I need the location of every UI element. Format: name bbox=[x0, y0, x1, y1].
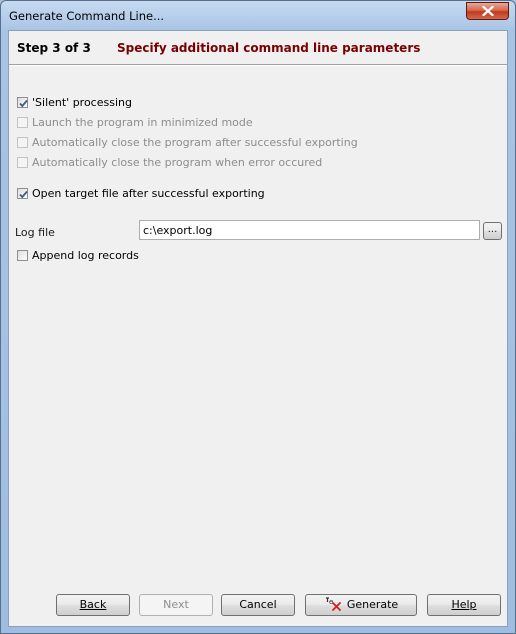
generate-button[interactable]: e Generate bbox=[305, 594, 417, 616]
generate-button-label: Generate bbox=[346, 598, 399, 611]
dialog-window: Generate Command Line... Step 3 of 3 Spe… bbox=[0, 0, 516, 634]
help-button-label: Help bbox=[451, 598, 477, 611]
generate-icon: e bbox=[325, 597, 341, 611]
checkbox-box[interactable] bbox=[17, 136, 28, 148]
next-button[interactable]: Next bbox=[139, 594, 213, 616]
checkbox-box[interactable] bbox=[17, 187, 28, 199]
cancel-button[interactable]: Cancel bbox=[221, 594, 295, 616]
checkbox-label: Append log records bbox=[32, 248, 139, 262]
checkbox-box[interactable] bbox=[17, 156, 28, 168]
checkbox-label: Launch the program in minimized mode bbox=[32, 115, 253, 129]
close-icon bbox=[482, 6, 494, 16]
minimized-mode-checkbox[interactable]: Launch the program in minimized mode bbox=[17, 114, 253, 130]
checkbox-label: Open target file after successful export… bbox=[32, 186, 265, 200]
close-button[interactable] bbox=[466, 2, 509, 20]
svg-text:e: e bbox=[329, 598, 333, 606]
help-button[interactable]: Help bbox=[427, 594, 501, 616]
wizard-header: Step 3 of 3 Specify additional command l… bbox=[9, 31, 507, 65]
silent-processing-checkbox[interactable]: 'Silent' processing bbox=[17, 94, 132, 110]
header-separator bbox=[9, 64, 507, 66]
checkbox-label: Automatically close the program when err… bbox=[32, 155, 323, 169]
cancel-button-label: Cancel bbox=[239, 598, 277, 611]
title-bar[interactable]: Generate Command Line... bbox=[1, 1, 515, 29]
log-file-input[interactable] bbox=[139, 220, 480, 240]
log-file-label: Log file bbox=[15, 226, 55, 239]
checkbox-box[interactable] bbox=[17, 249, 28, 261]
close-after-success-checkbox[interactable]: Automatically close the program after su… bbox=[17, 134, 358, 150]
append-log-records-checkbox[interactable]: Append log records bbox=[17, 247, 139, 263]
checkbox-box[interactable] bbox=[17, 96, 28, 108]
checkbox-label: 'Silent' processing bbox=[32, 95, 132, 109]
back-button-label: Back bbox=[79, 598, 107, 611]
browse-log-file-button[interactable]: ... bbox=[483, 222, 502, 240]
open-target-file-checkbox[interactable]: Open target file after successful export… bbox=[17, 185, 265, 201]
checkmark-icon bbox=[19, 190, 28, 198]
checkbox-box[interactable] bbox=[17, 116, 28, 128]
dialog-client-area: Step 3 of 3 Specify additional command l… bbox=[8, 30, 508, 627]
close-on-error-checkbox[interactable]: Automatically close the program when err… bbox=[17, 154, 322, 170]
back-button[interactable]: Back bbox=[56, 594, 130, 616]
next-button-label: Next bbox=[163, 598, 189, 611]
step-indicator: Step 3 of 3 bbox=[17, 41, 91, 55]
window-title: Generate Command Line... bbox=[9, 9, 165, 23]
checkmark-icon bbox=[19, 99, 28, 107]
step-description: Specify additional command line paramete… bbox=[117, 41, 421, 55]
checkbox-label: Automatically close the program after su… bbox=[32, 135, 358, 149]
